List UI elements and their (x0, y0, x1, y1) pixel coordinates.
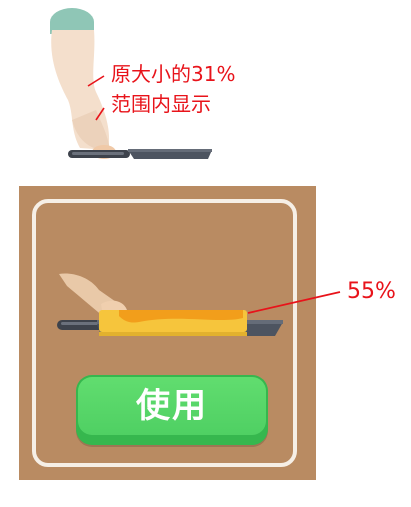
item-scale-label: 55% (347, 279, 396, 304)
scale-annotation-line1: 原大小的31% (111, 62, 236, 86)
scale-annotation-line2: 范围内显示 (111, 92, 211, 116)
chef-arm-holding-pan-icon (50, 8, 212, 159)
reference-figure (0, 0, 300, 175)
use-button-label: 使用 (136, 386, 208, 426)
use-button[interactable]: 使用 (76, 375, 268, 445)
